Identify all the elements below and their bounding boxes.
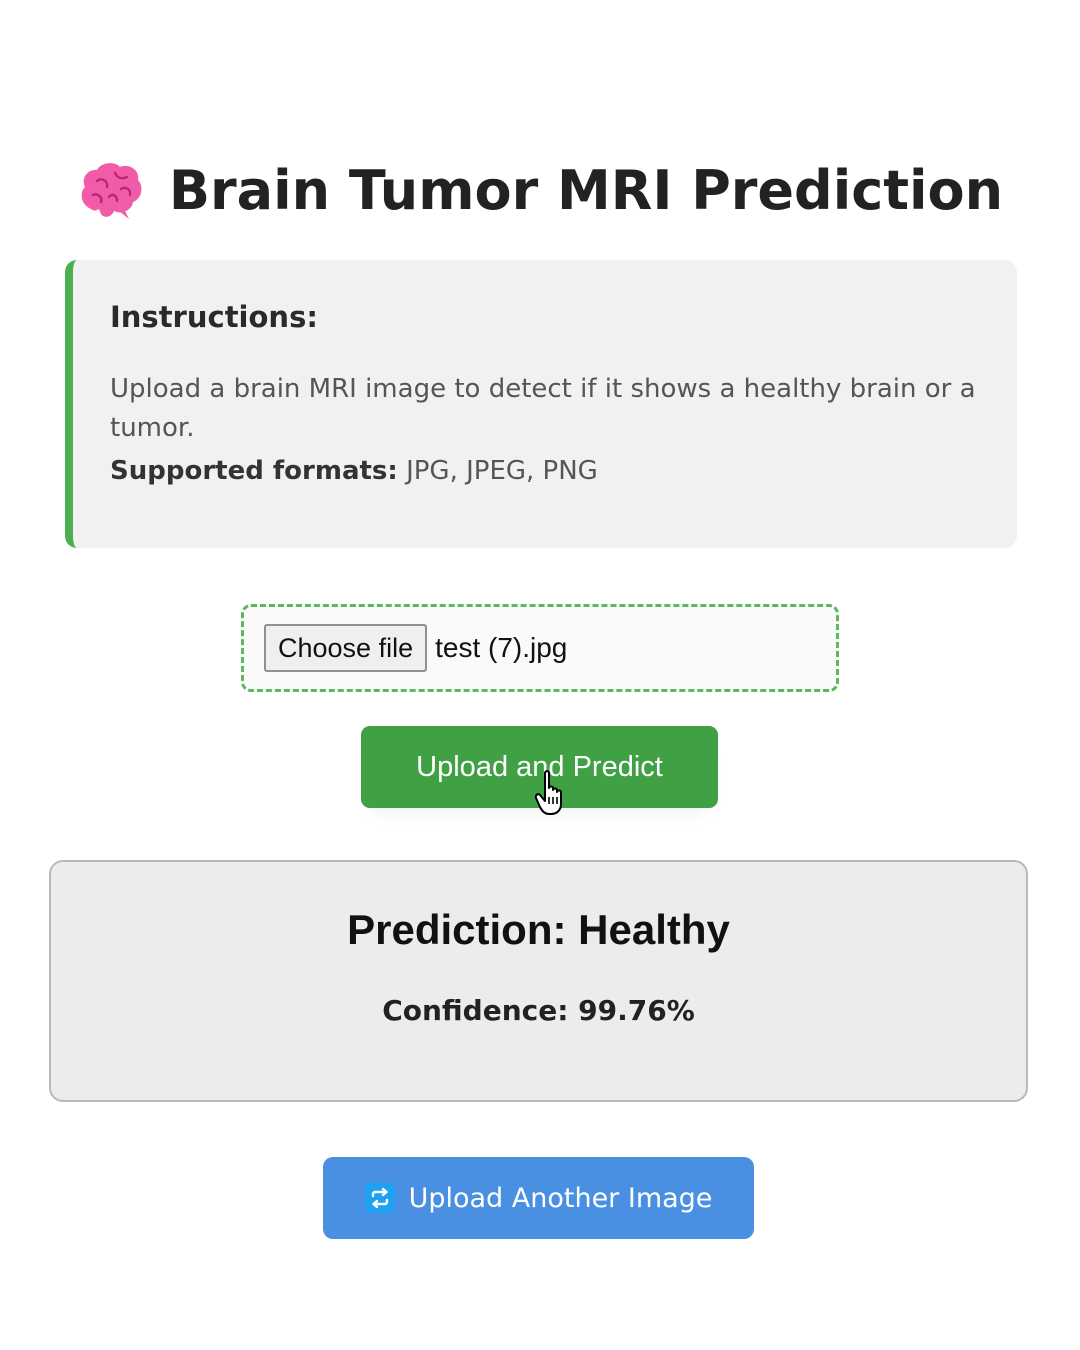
instructions-panel: Instructions: Upload a brain MRI image t… xyxy=(65,260,1017,548)
file-drop-zone[interactable]: Choose file test (7).jpg xyxy=(241,604,839,692)
instructions-heading: Instructions: xyxy=(110,300,318,334)
repeat-icon xyxy=(364,1183,395,1213)
page-header: Brain Tumor MRI Prediction xyxy=(0,150,1080,230)
confidence-label: Confidence: 99.76% xyxy=(382,994,695,1027)
selected-file-name: test (7).jpg xyxy=(435,632,568,663)
prediction-label: Prediction: Healthy xyxy=(347,906,730,953)
supported-formats: Supported formats: JPG, JPEG, PNG xyxy=(110,456,977,486)
hand-pointer-icon xyxy=(535,770,562,815)
brain-icon xyxy=(81,163,142,219)
upload-another-image-button[interactable]: Upload Another Image xyxy=(323,1157,754,1239)
instructions-text: Upload a brain MRI image to detect if it… xyxy=(110,374,976,443)
page-title: Brain Tumor MRI Prediction xyxy=(168,158,1004,222)
supported-formats-label: Supported formats: xyxy=(110,456,398,486)
page: Brain Tumor MRI Prediction Instructions:… xyxy=(0,0,1080,1350)
choose-file-button[interactable]: Choose file xyxy=(264,624,428,672)
supported-formats-value: JPG, JPEG, PNG xyxy=(397,456,598,486)
upload-another-label: Upload Another Image xyxy=(408,1182,713,1214)
prediction-result-panel: Prediction: Healthy Confidence: 99.76% xyxy=(49,860,1028,1102)
